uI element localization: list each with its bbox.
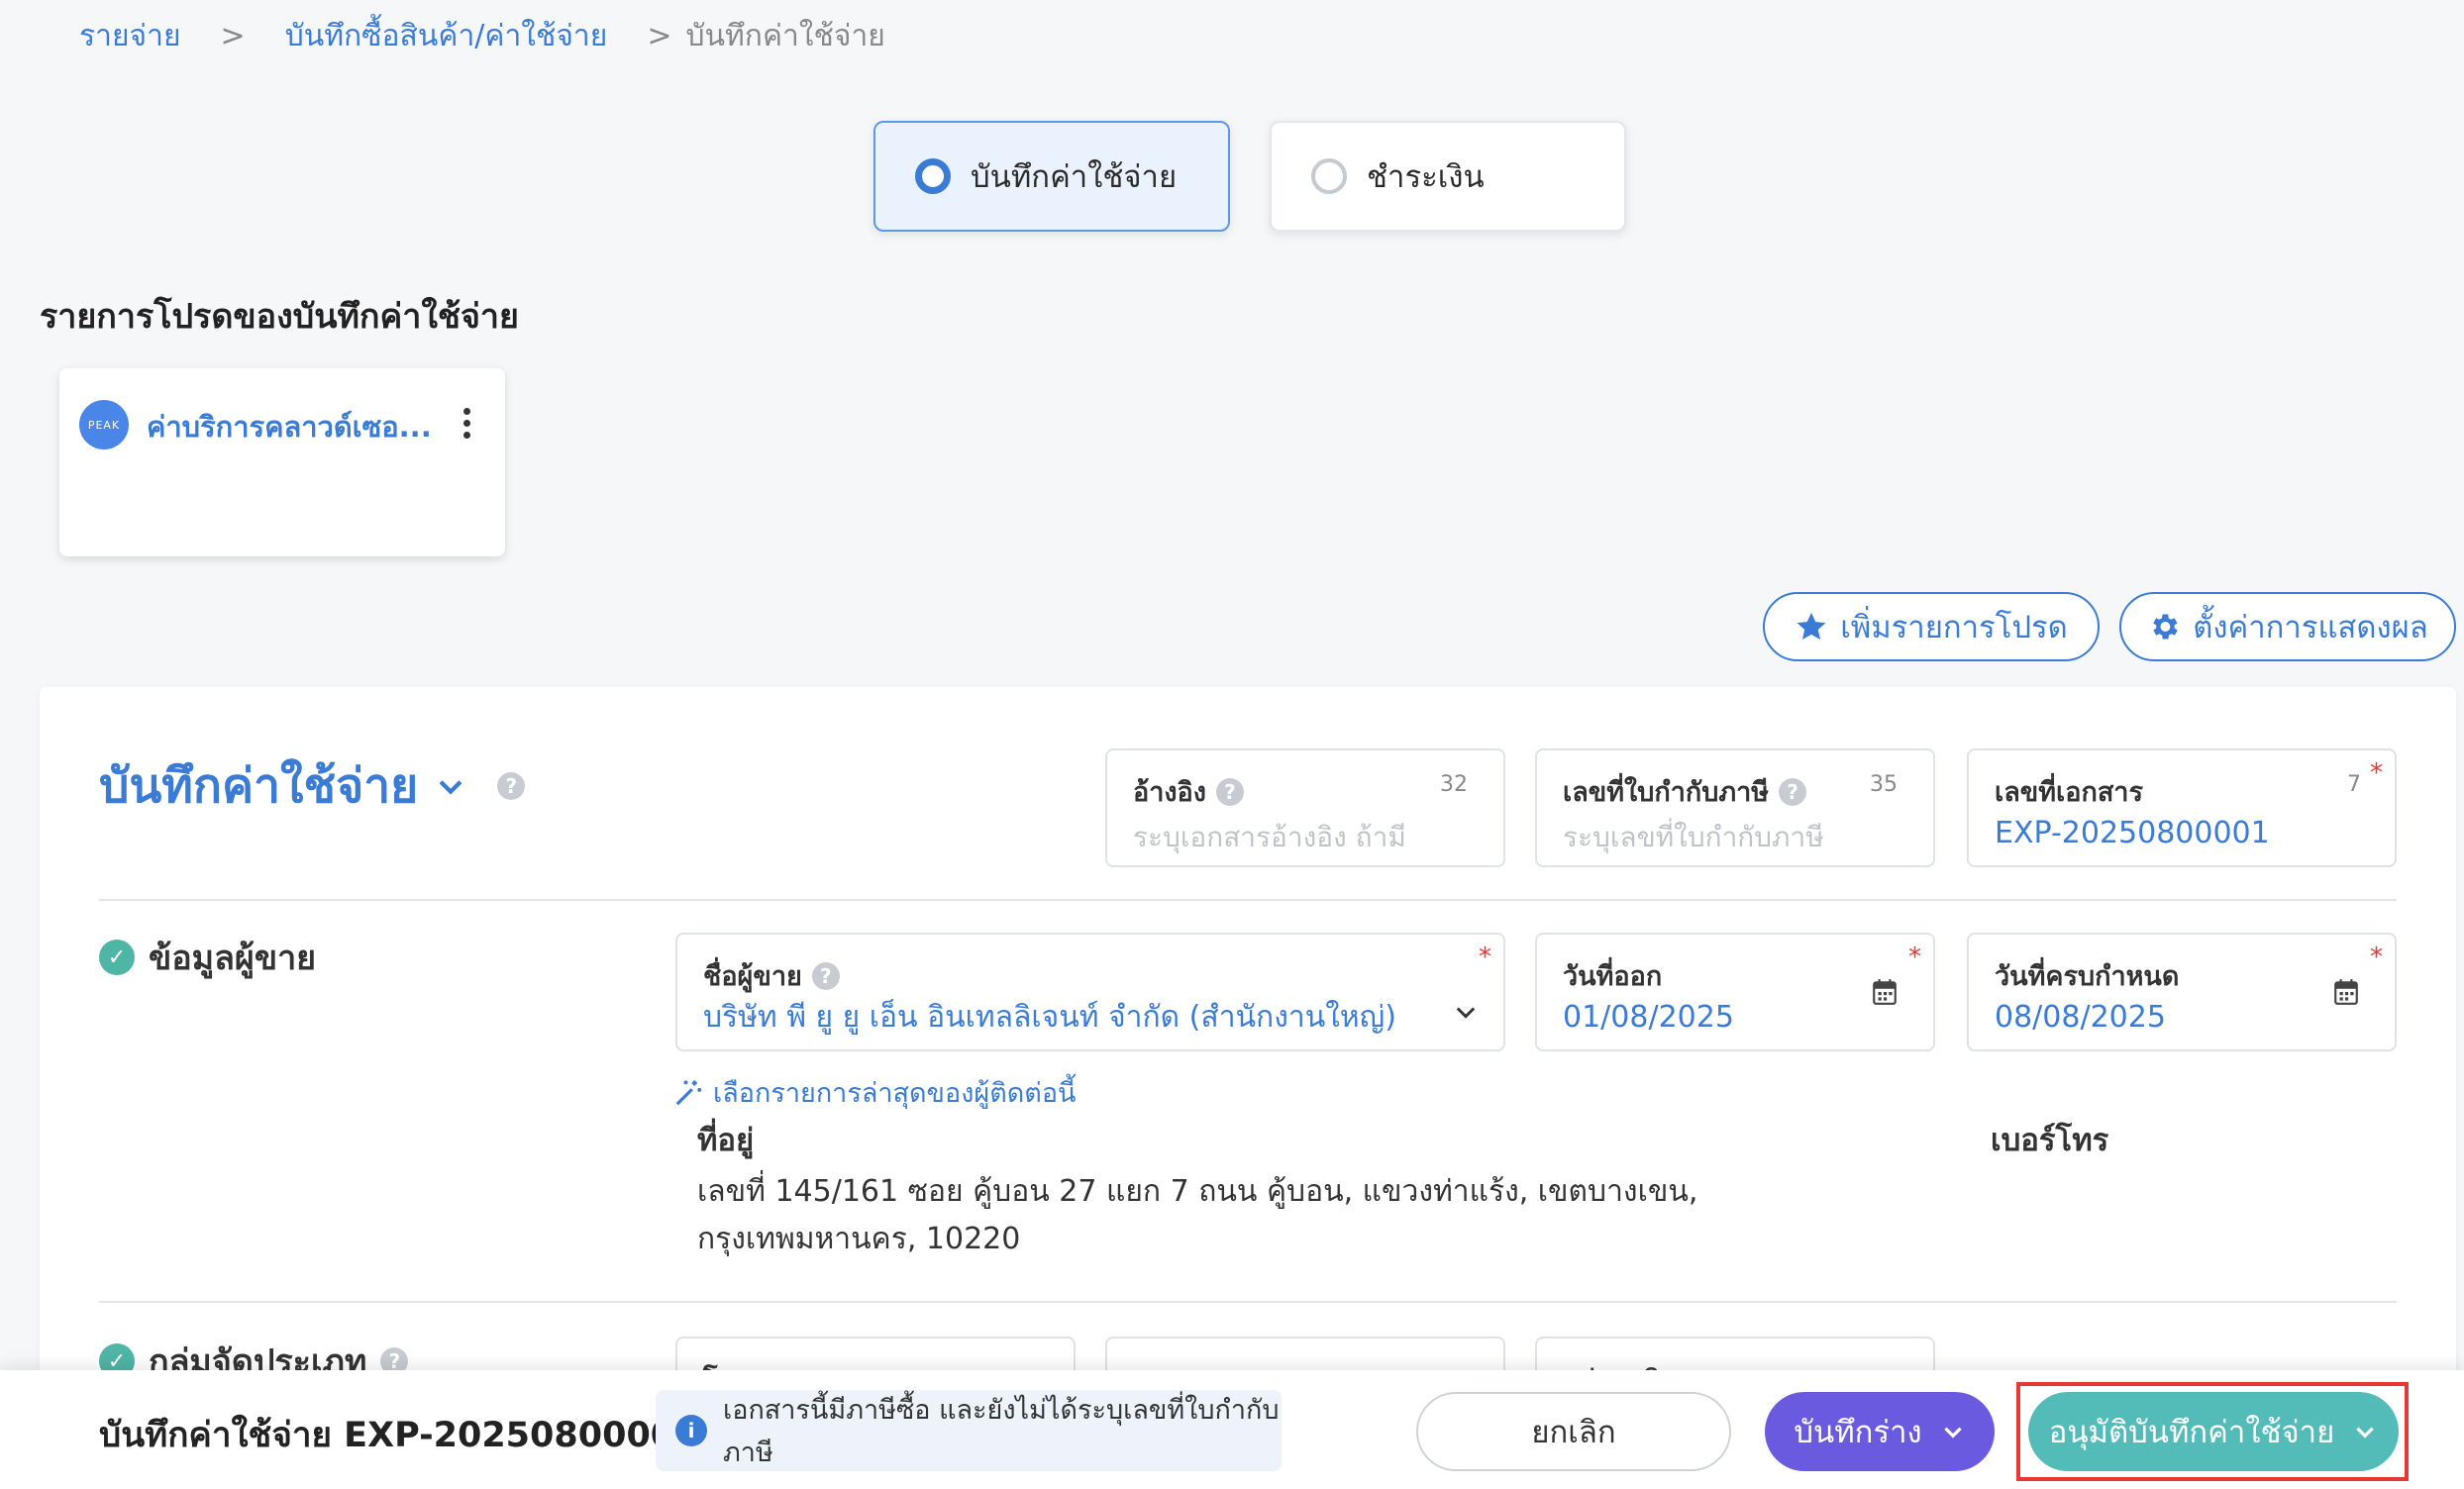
info-icon: i [675, 1415, 707, 1446]
tax-invoice-field[interactable]: เลขที่ใบกำกับภาษี? 35 ระบุเลขที่ใบกำกับภ… [1535, 748, 1935, 867]
issue-date-field[interactable]: วันที่ออก * 01/08/2025 [1535, 933, 1935, 1051]
favorite-name[interactable]: ค่าบริการคลาวด์เซอ... [147, 404, 432, 449]
breadcrumb-current: บันทึกค่าใช้จ่าย [685, 18, 885, 53]
highlight-box [2016, 1382, 2409, 1481]
add-favorite-label: เพิ่มรายการโปรด [1840, 610, 2068, 645]
breadcrumb-separator: > [647, 18, 672, 53]
mode-payment[interactable]: ชำระเงิน [1270, 121, 1626, 232]
issue-date-value: 01/08/2025 [1563, 1000, 1734, 1035]
breadcrumb-separator: > [220, 18, 246, 53]
chevron-down-icon[interactable] [1452, 998, 1480, 1026]
document-title-text: บันทึกค่าใช้จ่าย [99, 758, 419, 814]
vendor-section-heading: ✓ ข้อมูลผู้ขาย [99, 931, 316, 984]
peak-logo: PEAK [79, 400, 129, 449]
vendor-name-field[interactable]: ชื่อผู้ขาย? * บริษัท พี ยู ยู เอ็น อินเท… [675, 933, 1505, 1051]
due-date-field[interactable]: วันที่ครบกำหนด * 08/08/2025 [1967, 933, 2397, 1051]
mode-payment-label: ชำระเงิน [1367, 159, 1485, 195]
save-draft-label: บันทึกร่าง [1794, 1415, 1922, 1450]
vendor-section-title: ข้อมูลผู้ขาย [149, 939, 317, 978]
reference-placeholder: ระบุเอกสารอ้างอิง ถ้ามี [1133, 821, 1406, 853]
divider [99, 1301, 2397, 1303]
chevron-down-icon[interactable] [434, 769, 467, 803]
vendor-name-value: บริษัท พี ยู ยู เอ็น อินเทลลิเจนท์ จำกัด… [703, 1000, 1396, 1035]
favorites-heading: รายการโปรดของบันทึกค่าใช้จ่าย [40, 297, 519, 337]
radio-icon [915, 158, 951, 194]
display-settings-label: ตั้งค่าการแสดงผล [2193, 610, 2428, 645]
radio-icon [1311, 158, 1347, 194]
address-value: เลขที่ 145/161 ซอย คู้บอน 27 แยก 7 ถนน ค… [697, 1174, 1698, 1256]
reference-field[interactable]: อ้างอิง? 32 ระบุเอกสารอ้างอิง ถ้ามี [1105, 748, 1505, 867]
tax-notice-text: เอกสารนี้มีภาษีซื้อ และยังไม่ได้ระบุเลขท… [723, 1395, 1280, 1468]
breadcrumb: รายจ่าย > บันทึกซื้อสินค้า/ค่าใช้จ่าย > … [79, 14, 885, 57]
recent-items-link[interactable]: เลือกรายการล่าสุดของผู้ติดต่อนี้ [673, 1071, 1077, 1114]
address-label: ที่อยู่ [697, 1123, 755, 1158]
favorite-card[interactable]: PEAK ค่าบริการคลาวด์เซอ... [59, 368, 505, 556]
divider [99, 899, 2397, 901]
tax-invoice-label: เลขที่ใบกำกับภาษี [1563, 777, 1770, 808]
help-icon[interactable]: ? [1215, 777, 1244, 806]
help-icon[interactable]: ? [1779, 777, 1807, 806]
due-date-value: 08/08/2025 [1995, 1000, 2166, 1035]
required-marker: * [2370, 943, 2383, 972]
cancel-button[interactable]: ยกเลิก [1416, 1392, 1731, 1471]
doc-number-label: เลขที่เอกสาร [1995, 777, 2143, 808]
required-marker: * [2370, 758, 2383, 788]
check-circle-icon: ✓ [99, 940, 135, 975]
star-icon [1797, 612, 1826, 641]
doc-number-char-count: 7 [2347, 772, 2361, 797]
due-date-label: วันที่ครบกำหนด [1995, 961, 2180, 992]
issue-date-label: วันที่ออก [1563, 961, 1663, 992]
breadcrumb-purchases[interactable]: บันทึกซื้อสินค้า/ค่าใช้จ่าย [285, 13, 608, 59]
recent-items-label: เลือกรายการล่าสุดของผู้ติดต่อนี้ [713, 1078, 1077, 1109]
required-marker: * [1479, 943, 1491, 972]
save-draft-button[interactable]: บันทึกร่าง [1765, 1392, 1995, 1471]
doc-number-field[interactable]: เลขที่เอกสาร 7 * EXP-20250800001 [1967, 748, 2397, 867]
magic-wand-icon [675, 1080, 702, 1105]
chevron-down-icon[interactable] [1940, 1419, 1966, 1444]
mode-record-expense[interactable]: บันทึกค่าใช้จ่าย [873, 121, 1230, 232]
document-title[interactable]: บันทึกค่าใช้จ่าย ? [99, 748, 526, 824]
cancel-label: ยกเลิก [1531, 1415, 1616, 1450]
tax-notice: i เอกสารนี้มีภาษีซื้อ และยังไม่ได้ระบุเล… [656, 1390, 1282, 1471]
breadcrumb-expenses[interactable]: รายจ่าย [79, 13, 181, 59]
footer-document-title: บันทึกค่าใช้จ่าย EXP-20250800001 [99, 1416, 699, 1455]
reference-label: อ้างอิง [1133, 777, 1206, 808]
add-favorite-button[interactable]: เพิ่มรายการโปรด [1763, 592, 2100, 661]
display-settings-button[interactable]: ตั้งค่าการแสดงผล [2119, 592, 2456, 661]
help-icon[interactable]: ? [497, 772, 526, 800]
expense-form-panel: บันทึกค่าใช้จ่าย ? อ้างอิง? 32 ระบุเอกสา… [40, 687, 2456, 1489]
vendor-name-label: ชื่อผู้ขาย [703, 961, 802, 992]
help-icon[interactable]: ? [811, 961, 840, 990]
reference-char-count: 32 [1440, 772, 1468, 797]
tax-invoice-placeholder: ระบุเลขที่ใบกำกับภาษี [1563, 821, 1824, 853]
kebab-menu-icon[interactable] [463, 408, 471, 439]
gear-icon [2153, 614, 2178, 640]
calendar-icon[interactable] [1872, 978, 1898, 1006]
tax-invoice-char-count: 35 [1870, 772, 1898, 797]
mode-record-label: บันทึกค่าใช้จ่าย [971, 159, 1178, 195]
phone-label: เบอร์โทร [1991, 1123, 2109, 1158]
doc-number-value: EXP-20250800001 [1995, 816, 2270, 850]
calendar-icon[interactable] [2333, 978, 2359, 1006]
required-marker: * [1908, 943, 1921, 972]
